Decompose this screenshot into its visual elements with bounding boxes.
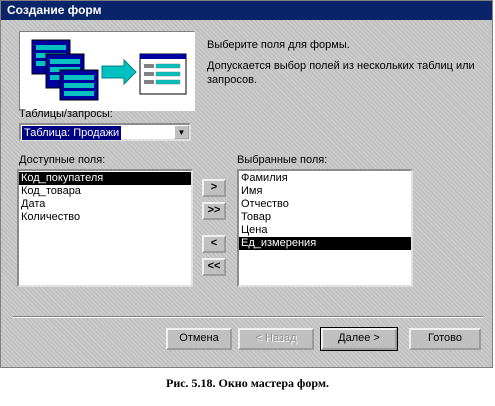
list-item[interactable]: Имя <box>239 185 411 198</box>
list-item[interactable]: Дата <box>19 198 191 211</box>
tables-select-value: Таблица: Продажи <box>22 126 122 140</box>
tables-queries-select[interactable]: Таблица: Продажи ▼ <box>19 123 191 141</box>
figure-caption: Рис. 5.18. Окно мастера форм. <box>165 376 329 390</box>
add-field-button[interactable]: > <box>202 179 226 197</box>
available-fields-list[interactable]: Код_покупателя Код_товара Дата Количеств… <box>17 169 193 287</box>
available-fields-label: Доступные поля: <box>19 154 106 166</box>
list-item[interactable]: Количество <box>19 211 191 224</box>
selected-fields-label: Выбранные поля: <box>237 154 328 166</box>
list-item[interactable]: Код_товара <box>19 185 191 198</box>
instruction-note: Допускается выбор полей из нескольких та… <box>207 60 475 86</box>
list-item[interactable]: Ед_измерения <box>239 237 411 250</box>
remove-all-fields-button[interactable]: << <box>202 258 226 276</box>
next-button[interactable]: Далее > <box>320 327 398 351</box>
footer-divider <box>13 316 483 318</box>
cancel-button[interactable]: Отмена <box>166 328 232 350</box>
add-all-fields-button[interactable]: >> <box>202 202 226 220</box>
tables-to-form-icon <box>31 39 187 101</box>
back-button[interactable]: < Назад <box>238 328 314 350</box>
wizard-illustration <box>19 31 195 111</box>
list-item[interactable]: Фамилия <box>239 172 411 185</box>
list-item[interactable]: Код_покупателя <box>19 172 191 185</box>
list-item[interactable]: Товар <box>239 211 411 224</box>
instruction-text: Выберите поля для формы. <box>207 39 350 51</box>
list-item[interactable]: Отчество <box>239 198 411 211</box>
window-title: Создание форм <box>1 1 492 20</box>
tables-queries-label: Таблицы/запросы: <box>19 108 113 120</box>
selected-fields-list[interactable]: Фамилия Имя Отчество Товар Цена Ед_измер… <box>237 169 413 287</box>
remove-field-button[interactable]: < <box>202 235 226 253</box>
finish-button[interactable]: Готово <box>409 328 481 350</box>
form-wizard-window: Создание форм Выберите поля для формы. Д… <box>0 0 493 368</box>
list-item[interactable]: Цена <box>239 224 411 237</box>
dropdown-arrow-icon[interactable]: ▼ <box>174 125 189 139</box>
